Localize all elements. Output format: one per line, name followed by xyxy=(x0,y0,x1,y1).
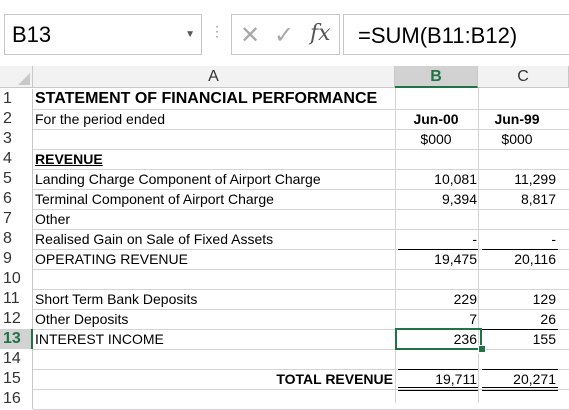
cell-b10[interactable] xyxy=(395,269,479,289)
active-cell-border xyxy=(395,328,482,350)
cell-c11[interactable]: 129 xyxy=(478,289,556,309)
column-header-b[interactable]: B xyxy=(395,66,478,88)
cell-c15[interactable]: 20,271 xyxy=(478,369,556,389)
cell-b9[interactable]: 19,475 xyxy=(395,249,479,269)
row-header-13[interactable]: 13 xyxy=(0,329,33,349)
cell-c14[interactable] xyxy=(478,349,556,369)
double-underline-b xyxy=(398,390,478,391)
select-all-corner[interactable] xyxy=(0,66,33,88)
column-header-a[interactable]: A xyxy=(33,66,395,88)
enter-icon[interactable]: ✓ xyxy=(274,21,294,50)
row-header-11[interactable]: 11 xyxy=(0,289,33,309)
row-header-12[interactable]: 12 xyxy=(0,309,33,329)
column-header-c[interactable]: C xyxy=(478,66,569,88)
cell-b7[interactable] xyxy=(395,209,479,229)
row-header-7[interactable]: 7 xyxy=(0,209,33,229)
row-header-14[interactable]: 14 xyxy=(0,349,33,369)
row-header-16[interactable]: 16 xyxy=(0,389,33,409)
cell-b12[interactable]: 7 xyxy=(395,309,479,329)
insert-function-icon[interactable]: fx xyxy=(310,21,331,46)
cell-c1[interactable] xyxy=(478,89,556,109)
cancel-icon[interactable]: ✕ xyxy=(240,21,260,50)
cell-b11[interactable]: 229 xyxy=(395,289,479,309)
cell-b2[interactable]: Jun-00 xyxy=(395,109,479,129)
cell-c6[interactable]: 8,817 xyxy=(478,189,556,209)
row-header-2[interactable]: 2 xyxy=(0,109,33,129)
total-border-b xyxy=(398,369,478,370)
cell-b3[interactable]: $000 xyxy=(395,129,479,149)
cell-c13[interactable]: 155 xyxy=(478,329,556,349)
cell-b5[interactable]: 10,081 xyxy=(395,169,479,189)
formula-buttons: ✕ ✓ fx xyxy=(231,14,340,55)
row-header-10[interactable]: 10 xyxy=(0,269,33,289)
cell-b15[interactable]: 19,711 xyxy=(395,369,479,389)
double-underline-c xyxy=(482,387,558,388)
cell-b16[interactable] xyxy=(395,389,479,409)
double-underline-c xyxy=(482,390,558,391)
sum-border-b xyxy=(398,249,478,250)
row-label: INTEREST INCOME xyxy=(35,331,164,347)
row-label: For the period ended xyxy=(35,111,165,127)
row-label: Realised Gain on Sale of Fixed Assets xyxy=(35,231,274,247)
row-label: Terminal Component of Airport Charge xyxy=(35,191,274,207)
sum-border-c xyxy=(482,249,558,250)
resize-handle-icon[interactable]: ⋮ xyxy=(210,24,224,38)
cell-c3[interactable]: $000 xyxy=(478,129,556,149)
select-all-icon[interactable] xyxy=(18,73,30,85)
cell-b14[interactable] xyxy=(395,349,479,369)
cell-c16[interactable] xyxy=(478,389,556,409)
cell-b6[interactable]: 9,394 xyxy=(395,189,479,209)
cell-c4[interactable] xyxy=(478,149,556,169)
total-revenue-label: TOTAL REVENUE xyxy=(276,371,393,387)
formula-input[interactable]: =SUM(B11:B12) xyxy=(358,23,517,49)
row-header-3[interactable]: 3 xyxy=(0,129,33,149)
name-box-value[interactable]: B13 xyxy=(12,22,51,48)
row-header-9[interactable]: 9 xyxy=(0,249,33,269)
row-label: Other xyxy=(35,211,71,227)
total-border-c xyxy=(482,369,558,370)
row-header-4[interactable]: 4 xyxy=(0,149,33,169)
cell-c8[interactable]: - xyxy=(478,229,556,249)
cell-b1[interactable] xyxy=(395,89,479,109)
cell-c5[interactable]: 11,299 xyxy=(478,169,556,189)
cell-c7[interactable] xyxy=(478,209,556,229)
formula-bar[interactable]: =SUM(B11:B12) xyxy=(343,14,569,55)
row-header-15[interactable]: 15 xyxy=(0,369,33,389)
row-header-5[interactable]: 5 xyxy=(0,169,33,189)
row-header-1[interactable]: 1 xyxy=(0,89,33,109)
row-label: OPERATING REVENUE xyxy=(35,251,188,267)
cell-b8[interactable]: - xyxy=(395,229,479,249)
double-underline-b xyxy=(398,387,478,388)
row-header-6[interactable]: 6 xyxy=(0,189,33,209)
cell-c10[interactable] xyxy=(478,269,556,289)
row-header-8[interactable]: 8 xyxy=(0,229,33,249)
ribbon-edge xyxy=(0,0,569,10)
row-label: REVENUE xyxy=(35,151,103,167)
cell-c2[interactable]: Jun-99 xyxy=(478,109,556,129)
row-label: Other Deposits xyxy=(35,311,129,327)
fill-handle[interactable] xyxy=(478,345,486,353)
row-label: Landing Charge Component of Airport Char… xyxy=(35,171,321,187)
sum-border-c xyxy=(482,329,558,330)
row-label: Short Term Bank Deposits xyxy=(35,291,198,307)
cell-c12[interactable]: 26 xyxy=(478,309,556,329)
cell-c9[interactable]: 20,116 xyxy=(478,249,556,269)
cell-b4[interactable] xyxy=(395,149,479,169)
name-box[interactable]: B13 ▼ xyxy=(4,14,202,55)
row-label: STATEMENT OF FINANCIAL PERFORMANCE xyxy=(35,90,378,107)
chevron-down-icon[interactable]: ▼ xyxy=(185,29,195,40)
